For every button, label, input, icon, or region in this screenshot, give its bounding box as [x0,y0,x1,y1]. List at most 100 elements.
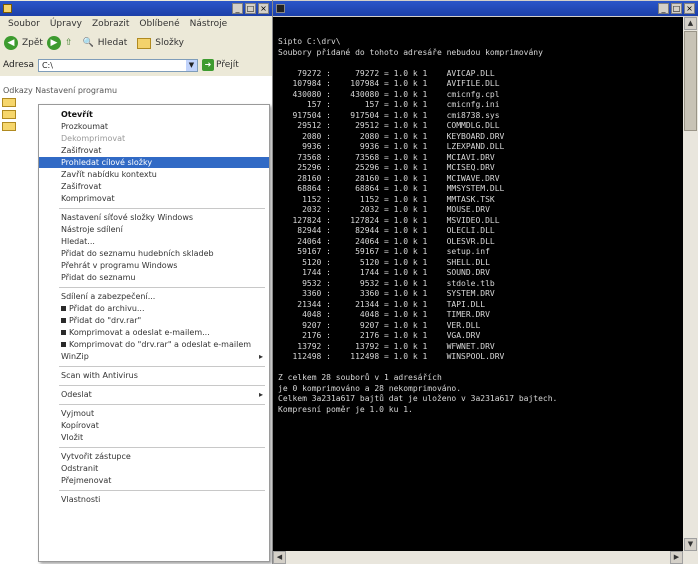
context-menu-label: Vložit [61,433,84,442]
context-menu-item[interactable]: Vyjmout [39,408,269,419]
menu-item[interactable]: Oblíbené [139,17,179,31]
context-menu-item[interactable]: Otevřít [39,109,269,120]
winrar-icon [61,342,66,347]
console-output: Sipto C:\drv\ Soubory přidané do tohoto … [278,37,558,414]
address-input[interactable]: C:\ ▼ [37,58,198,72]
context-menu-label: Komprimovat do "drv.rar" a odeslat e-mai… [69,340,252,349]
context-menu-item[interactable]: Zašifrovat [39,181,269,192]
minimize-button[interactable]: _ [658,3,669,14]
context-menu-item[interactable]: Přidat do seznamu hudebních skladeb [39,248,269,259]
context-menu-item[interactable]: Komprimovat [39,193,269,204]
context-menu-label: Zašifrovat [61,182,102,191]
context-menu-label: Přidat do "drv.rar" [69,316,142,325]
context-menu-label: WinZip [61,352,89,361]
go-button[interactable]: ➜ Přejít [201,59,239,71]
context-menu-item[interactable]: Přidat do seznamu [39,272,269,283]
menu-separator [59,287,265,288]
scroll-down-icon[interactable]: ▼ [684,538,697,551]
menu-separator [59,385,265,386]
context-menu-item[interactable]: Prohledat cílové složky [39,157,269,168]
address-bar: Adresa C:\ ▼ ➜ Přejít [0,56,272,74]
context-menu-label: Přehrát v programu Windows [61,261,178,270]
winrar-icon [61,306,66,311]
context-menu-label: Přidat do seznamu hudebních skladeb [61,249,214,258]
minimize-button[interactable]: _ [232,3,243,14]
context-menu-item[interactable]: Komprimovat a odeslat e-mailem... [39,327,269,338]
scroll-thumb[interactable] [684,31,697,131]
context-menu-item[interactable]: Nastavení síťové složky Windows [39,212,269,223]
vertical-scrollbar[interactable]: ▲ ▼ [683,17,698,551]
folder-icon[interactable] [2,98,16,107]
context-menu-item[interactable]: Nástroje sdílení [39,224,269,235]
console-titlebar[interactable]: _ □ × [273,1,698,16]
maximize-button[interactable]: □ [245,3,256,14]
context-menu-item[interactable]: Prozkoumat [39,121,269,132]
context-menu-label: Komprimovat a odeslat e-mailem... [69,328,210,337]
explorer-window: _ □ × Soubor Úpravy Zobrazit Oblíbené Nástro… [0,0,273,564]
context-menu-item[interactable]: Přejmenovat [39,475,269,486]
explorer-menubar: Soubor Úpravy Zobrazit Oblíbené Nástroje [0,17,272,31]
close-button[interactable]: × [684,3,695,14]
context-menu-item[interactable]: Vložit [39,432,269,443]
winrar-icon [61,330,66,335]
context-menu-label: Sdílení a zabezpečení... [61,292,156,301]
context-menu-label: Komprimovat [61,194,115,203]
context-menu-item[interactable]: Scan with Antivirus [39,370,269,381]
scroll-right-icon[interactable]: ▶ [670,551,683,564]
up-folder-icon[interactable]: ⇧ [65,38,73,48]
forward-icon[interactable]: ▶ [46,36,61,50]
search-label[interactable]: Hledat [98,38,128,48]
context-menu-item[interactable]: Komprimovat do "drv.rar" a odeslat e-mai… [39,339,269,350]
winrar-icon [61,318,66,323]
address-value: C:\ [41,60,53,70]
context-menu-item[interactable]: Dekomprimovat [39,133,269,144]
scroll-up-icon[interactable]: ▲ [684,17,697,30]
context-menu-label: Zavřít nabídku kontextu [61,170,157,179]
context-menu-item[interactable]: Sdílení a zabezpečení... [39,291,269,302]
context-menu-item[interactable]: Přidat do "drv.rar" [39,315,269,326]
horizontal-scrollbar[interactable]: ◀ ▶ [273,551,698,564]
explorer-toolbar: ◀ Zpět ▶ ⇧ 🔍 Hledat Složky [0,32,272,54]
context-menu-item[interactable]: Vlastnosti [39,494,269,505]
context-menu-label: Zašifrovat [61,146,102,155]
submenu-arrow-icon: ▸ [258,352,263,361]
folders-label[interactable]: Složky [155,38,184,48]
context-menu-label: Přidat do seznamu [61,273,136,282]
close-button[interactable]: × [258,3,269,14]
context-menu-item[interactable]: Vytvořit zástupce [39,451,269,462]
context-menu-label: Otevřít [61,110,93,119]
menu-item[interactable]: Úpravy [50,17,82,31]
context-menu-label: Prozkoumat [61,122,109,131]
context-menu-item[interactable]: Odstranit [39,463,269,474]
maximize-button[interactable]: □ [671,3,682,14]
menu-item[interactable]: Zobrazit [92,17,129,31]
console-icon [276,4,285,13]
context-menu-item[interactable]: Přidat do archivu... [39,303,269,314]
context-menu-item[interactable]: Přehrát v programu Windows [39,260,269,271]
menu-separator [59,447,265,448]
folders-icon[interactable] [137,37,152,49]
back-label[interactable]: Zpět [22,38,43,48]
folder-icon[interactable] [2,122,16,131]
context-menu-item[interactable]: Kopírovat [39,420,269,431]
search-icon[interactable]: 🔍 [83,38,94,48]
context-menu-label: Kopírovat [61,421,99,430]
context-menu: Otevřít Prozkoumat Dekomprimovat Zašifrovat… [38,104,270,562]
explorer-titlebar[interactable]: _ □ × [0,1,272,16]
scroll-left-icon[interactable]: ◀ [273,551,286,564]
context-menu-item[interactable]: Zašifrovat [39,145,269,156]
menu-separator [59,366,265,367]
menu-separator [59,490,265,491]
folder-icon[interactable] [2,110,16,119]
menu-item[interactable]: Soubor [8,17,40,31]
context-menu-item[interactable]: WinZip ▸ [39,351,269,362]
context-menu-label: Prohledat cílové složky [61,158,153,167]
chevron-down-icon[interactable]: ▼ [185,59,197,71]
context-menu-label: Dekomprimovat [61,134,126,143]
back-icon[interactable]: ◀ [4,36,18,50]
context-menu-item[interactable]: Hledat... [39,236,269,247]
context-menu-item[interactable]: Odeslat ▸ [39,389,269,400]
menu-item[interactable]: Nástroje [190,17,228,31]
console-screen[interactable]: Sipto C:\drv\ Soubory přidané do tohoto … [273,17,683,551]
context-menu-item[interactable]: Zavřít nabídku kontextu [39,169,269,180]
